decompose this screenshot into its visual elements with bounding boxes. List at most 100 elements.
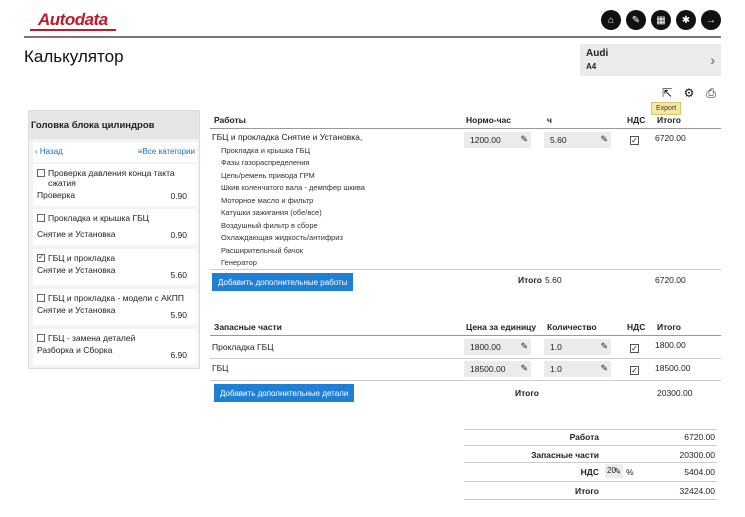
labour-total-label: Итого [518,275,542,285]
back-link[interactable]: ‹ Назад [35,147,63,156]
labour-footer-rule [210,269,721,270]
autodata-logo[interactable]: Autodata [24,8,116,31]
vat-unit: % [626,467,634,477]
parts-total: 20300.00 [657,388,693,398]
back-label: Назад [39,147,63,156]
parts-header-rule [210,335,721,336]
summary-total-label: Итого [575,486,599,496]
calculator-icon[interactable]: ▦ [651,10,671,30]
parts-footer-rule [210,380,721,381]
parts-header-total: Итого [657,322,681,332]
category-checkbox[interactable]: ✓ [37,254,45,262]
category-hours: 0.90 [170,230,187,240]
header-toolbar: ⌂ ✎ ▦ ✱ → [601,10,721,30]
page-title: Калькулятор [24,47,124,66]
category-name: Прокладка и крышка ГБЦ [48,213,149,223]
category-name: ГБЦ и прокладка [48,253,116,263]
price-value: 1800.00 [470,342,501,352]
add-parts-button[interactable]: Добавить дополнительные детали [214,384,355,402]
category-checkbox[interactable] [37,214,45,222]
vehicle-selector[interactable]: Audi A4 › [580,44,721,76]
labour-header-hours: ч [547,115,552,125]
summary-rule [464,445,717,446]
category-hours: 5.90 [170,310,187,320]
price-value: 18500.00 [470,364,506,374]
job-include: Катушки зажигания (обе/все) [221,208,322,217]
category-checkbox[interactable] [37,294,45,302]
edit-icon[interactable]: ✎ [600,341,608,352]
labour-header-vat: НДС [627,115,646,125]
qty-value: 1.0 [550,342,562,352]
part-vat-checkbox[interactable]: ✓ [630,366,639,375]
logo-text: Autodata [38,10,108,29]
parts-total-label: Итого [515,388,539,398]
summary-rule [464,462,717,463]
job-include: Расширительный бачок [221,246,304,255]
rate-input[interactable]: 1200.00 ✎ [464,132,531,148]
category-hours: 0.90 [170,191,187,201]
labour-header-rate: Нормо-час [466,115,511,125]
category-item[interactable]: ГБЦ и прокладка - модели с АКПП Снятие и… [33,289,197,325]
labour-header-rule [210,128,721,129]
category-item[interactable]: Проверка давления конца такта сжатия Про… [33,164,197,206]
labour-vat-checkbox[interactable]: ✓ [630,136,639,145]
job-include: Моторное масло и фильтр [221,196,314,205]
hours-input[interactable]: 5.60 ✎ [544,132,611,148]
parts-header-price: Цена за единицу [466,322,537,332]
logo-underline [30,29,116,31]
header-divider [24,36,721,38]
job-include: Прокладка и крышка ГБЦ [221,146,311,155]
chevron-right-icon: › [710,52,715,68]
qty-value: 1.0 [550,364,562,374]
parts-header-qty: Количество [547,322,597,332]
summary-total: 32424.00 [679,486,715,496]
hours-value: 5.60 [550,135,567,145]
rate-value: 1200.00 [470,135,501,145]
price-input[interactable]: 18500.00 ✎ [464,361,531,377]
logout-icon[interactable]: → [701,10,721,30]
category-name: ГБЦ и прокладка - модели с АКПП [48,293,184,303]
edit-icon[interactable]: ✎ [614,466,621,477]
home-icon[interactable]: ⌂ [601,10,621,30]
edit-icon[interactable]: ✎ [600,134,608,145]
job-include: Шкив коленчатого вала - демпфер шкива [221,183,365,192]
part-total: 1800.00 [655,340,686,350]
summary-vat-label: НДС [580,467,599,477]
add-labour-button[interactable]: Добавить дополнительные работы [212,273,354,291]
wrench-icon[interactable]: ✎ [626,10,646,30]
edit-icon[interactable]: ✎ [520,341,528,352]
summary-parts-label: Запасные части [531,450,599,460]
category-checkbox[interactable] [37,169,45,177]
labour-header-total: Итого [657,115,681,125]
category-checkbox[interactable] [37,334,45,342]
summary-labour-label: Работа [569,432,599,442]
edit-icon[interactable]: ✎ [520,363,528,374]
print-icon[interactable]: ⎙ [704,86,718,100]
price-input[interactable]: 1800.00 ✎ [464,339,531,355]
vehicle-make: Audi [586,48,609,59]
all-categories-link[interactable]: ≡Все категории [138,147,195,156]
category-item[interactable]: ✓ ГБЦ и прокладка Снятие и Установка 5.6… [33,249,197,285]
summary-rule [464,481,717,482]
part-vat-checkbox[interactable]: ✓ [630,344,639,353]
category-name: ГБЦ - замена деталей [48,333,136,343]
panel-nav: ‹ Назад ≡Все категории [33,142,197,162]
part-total: 18500.00 [655,363,691,373]
export-icon[interactable]: ⇱ [660,86,674,100]
gear-icon[interactable]: ✱ [676,10,696,30]
share-icon[interactable]: ⚙ [682,86,696,100]
category-item[interactable]: Прокладка и крышка ГБЦ Снятие и Установк… [33,209,197,245]
summary-rule [464,429,717,430]
qty-input[interactable]: 1.0 ✎ [544,361,611,377]
labour-total-hours: 5.60 [545,275,562,285]
edit-icon[interactable]: ✎ [600,363,608,374]
panel-title: Головка блока цилиндров [29,111,199,139]
qty-input[interactable]: 1.0 ✎ [544,339,611,355]
part-name: Прокладка ГБЦ [212,342,274,352]
summary-parts: 20300.00 [679,450,715,460]
job-include: Цепь/ремень привода ГРМ [221,171,315,180]
edit-icon[interactable]: ✎ [520,134,528,145]
category-item[interactable]: ГБЦ - замена деталей Разборка и Сборка 6… [33,329,197,365]
job-title: ГБЦ и прокладка Снятие и Установка, [212,132,363,142]
summary-rule [464,499,717,500]
